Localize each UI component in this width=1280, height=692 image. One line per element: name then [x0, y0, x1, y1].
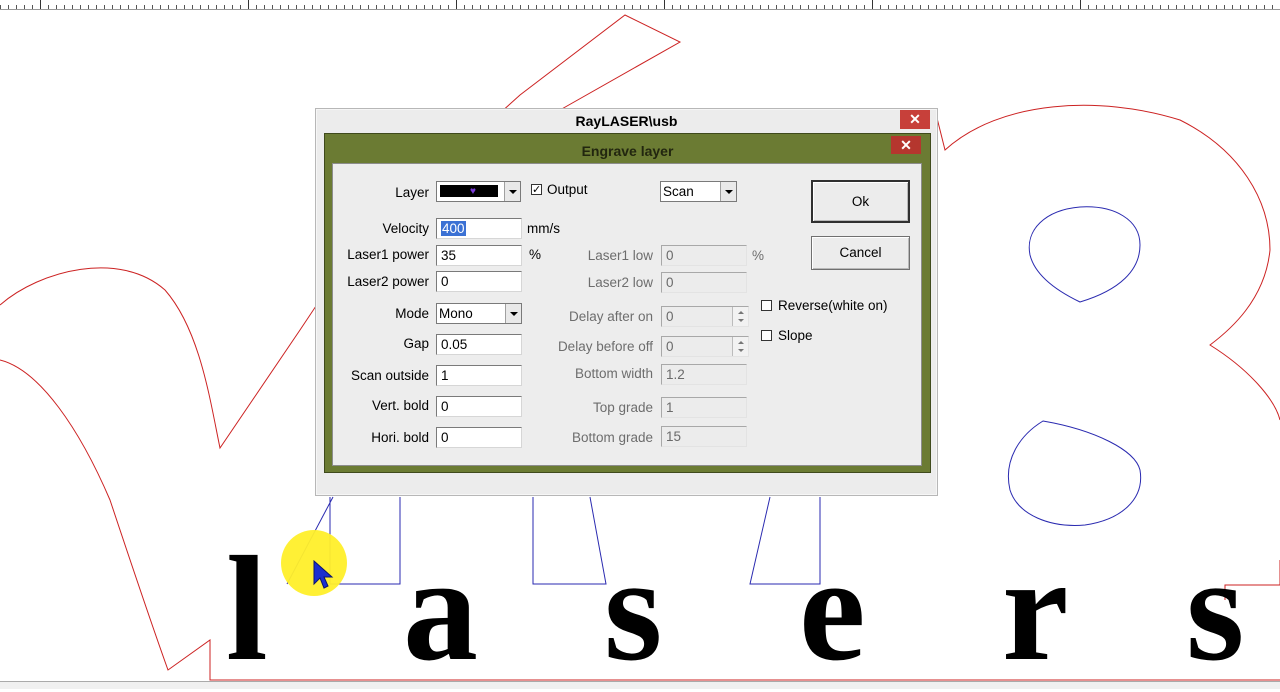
laser1-power-input[interactable]: 35 — [436, 245, 522, 266]
bottom-width-label: Bottom width — [574, 366, 653, 381]
spinner-icon[interactable] — [732, 307, 748, 326]
delay-after-on-input[interactable]: 0 — [661, 306, 749, 327]
output-checkbox[interactable]: ✓ — [531, 184, 542, 196]
layer-label: Layer — [395, 185, 429, 200]
canvas-letter-l[interactable]: l — [226, 534, 268, 684]
layer-color-swatch: ♥ — [440, 185, 498, 197]
canvas-letter-e[interactable]: e — [799, 534, 866, 684]
window-title: RayLASER\usb — [575, 113, 678, 129]
gap-label: Gap — [403, 336, 429, 351]
vert-bold-input[interactable]: 0 — [436, 396, 522, 417]
dialog-close-button[interactable]: ✕ — [891, 136, 921, 154]
output-label: Output — [547, 182, 588, 197]
canvas-letter-r[interactable]: r — [1002, 534, 1069, 684]
scan-outside-input[interactable]: 1 — [436, 365, 522, 386]
hori-bold-label: Hori. bold — [371, 430, 429, 445]
mode-label: Mode — [395, 306, 429, 321]
delay-before-off-input[interactable]: 0 — [661, 336, 749, 357]
mode-select[interactable]: Mono — [436, 303, 522, 324]
mode-value: Mono — [439, 306, 473, 321]
scan-type-value: Scan — [663, 184, 694, 199]
canvas-letter-a[interactable]: a — [403, 534, 478, 684]
slope-checkbox[interactable] — [761, 330, 772, 341]
chevron-down-icon — [505, 304, 521, 323]
velocity-label: Velocity — [382, 221, 429, 236]
window-close-button[interactable]: ✕ — [900, 110, 930, 129]
delay-after-on-label: Delay after on — [568, 309, 653, 324]
bottom-grade-input[interactable]: 15 — [661, 426, 747, 447]
chevron-down-icon — [720, 182, 736, 201]
laser1-low-unit: % — [752, 248, 765, 263]
layer-color-select[interactable]: ♥ — [436, 181, 521, 202]
laser1-low-input[interactable]: 0 — [661, 245, 747, 266]
ok-button[interactable]: Ok — [811, 180, 910, 223]
gap-input[interactable]: 0.05 — [436, 334, 522, 355]
hori-bold-input[interactable]: 0 — [436, 427, 522, 448]
vert-bold-label: Vert. bold — [371, 398, 429, 413]
spinner-icon[interactable] — [732, 337, 748, 356]
laser1-power-unit: % — [529, 247, 542, 262]
velocity-input[interactable]: 400 — [436, 218, 522, 239]
top-grade-label: Top grade — [592, 400, 653, 415]
laser2-low-input[interactable]: 0 — [661, 272, 747, 293]
chevron-down-icon — [504, 182, 520, 201]
scan-type-select[interactable]: Scan — [660, 181, 737, 202]
laser2-power-label: Laser2 power — [347, 274, 429, 289]
scan-outside-label: Scan outside — [350, 368, 429, 383]
mouse-pointer-icon — [313, 560, 334, 589]
laser2-power-input[interactable]: 0 — [436, 271, 522, 292]
laser1-power-label: Laser1 power — [347, 247, 429, 262]
cancel-button[interactable]: Cancel — [811, 236, 910, 270]
canvas-letter-s[interactable]: s — [604, 534, 662, 684]
dialog-title: Engrave layer — [581, 143, 674, 159]
engrave-layer-dialog: Engrave layer ✕ Layer Velocity Laser1 po… — [324, 133, 931, 473]
laser2-low-label: Laser2 low — [587, 275, 653, 290]
reverse-label: Reverse(white on) — [778, 298, 888, 313]
dialog-client-area: Layer Velocity Laser1 power Laser2 power… — [332, 163, 922, 466]
canvas-letter-s2[interactable]: s — [1186, 534, 1244, 684]
delay-before-off-label: Delay before off — [557, 339, 653, 354]
bottom-grade-label: Bottom grade — [571, 430, 653, 445]
reverse-checkbox[interactable] — [761, 300, 772, 311]
top-grade-input[interactable]: 1 — [661, 397, 747, 418]
velocity-unit: mm/s — [527, 221, 560, 236]
slope-label: Slope — [778, 328, 813, 343]
laser1-low-label: Laser1 low — [587, 248, 653, 263]
bottom-width-input[interactable]: 1.2 — [661, 364, 747, 385]
